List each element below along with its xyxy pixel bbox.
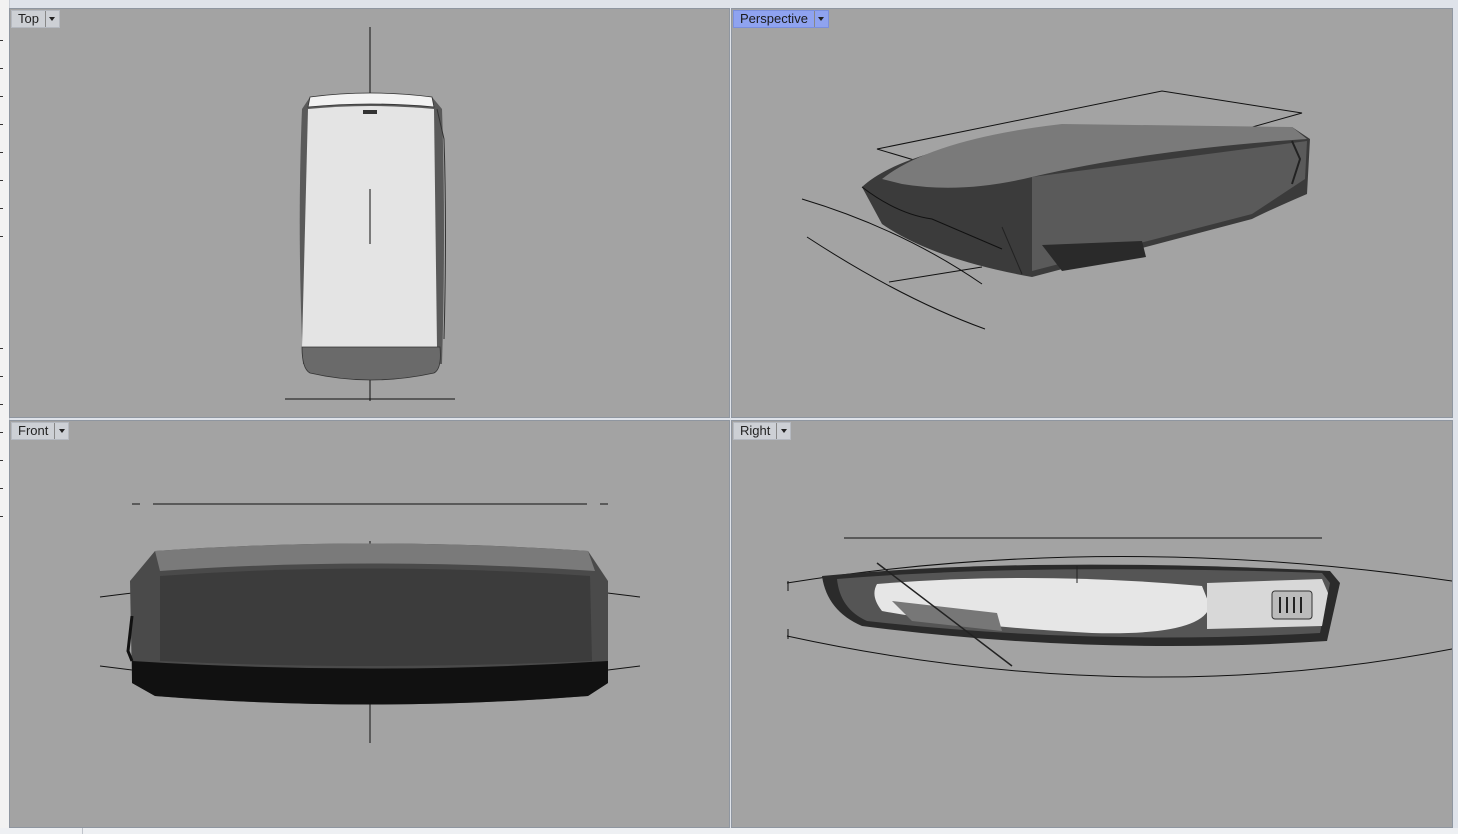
status-strip	[0, 828, 1458, 834]
viewport-perspective[interactable]: Perspective	[731, 8, 1453, 418]
right-view-model[interactable]	[732, 421, 1453, 828]
front-view-model[interactable]	[10, 421, 730, 828]
viewport-right[interactable]: Right	[731, 420, 1453, 828]
perspective-view-model[interactable]	[732, 9, 1453, 418]
viewport-front[interactable]: Front	[9, 420, 730, 828]
viewport-top[interactable]: Top	[9, 8, 730, 418]
top-view-model[interactable]	[10, 9, 730, 418]
